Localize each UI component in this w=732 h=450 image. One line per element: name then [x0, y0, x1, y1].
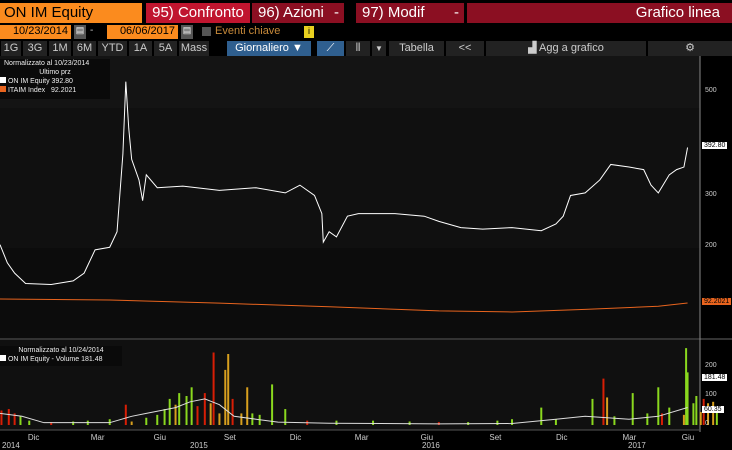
end-date-input[interactable]: 06/06/2017: [107, 25, 178, 39]
price-legend: Normalizzato al 10/23/2014 Ultimo prz ON…: [0, 59, 110, 99]
legend-item[interactable]: ITAIM Index 92.2021: [0, 86, 110, 95]
period-5a[interactable]: 5A: [154, 41, 177, 56]
add-to-chart-label: Agg a grafico: [539, 42, 604, 54]
legend-value: 92.2021: [51, 87, 77, 94]
period-1g[interactable]: 1G: [1, 41, 21, 56]
chevron-down-icon[interactable]: ▼: [372, 41, 386, 56]
period-6m[interactable]: 6M: [73, 41, 96, 56]
x-month-label: Set: [223, 433, 236, 442]
volume-tick-label: 200: [705, 362, 717, 369]
x-month-label: Mar: [90, 433, 105, 442]
legend-name: ITAIM Index: [7, 87, 46, 94]
period-ytd[interactable]: YTD: [98, 41, 127, 56]
volume-legend-normalized: Normalizzato al 10/24/2014: [18, 347, 104, 354]
volume-tick-label: 0: [705, 420, 709, 427]
actions-label: 96) Azioni: [258, 4, 324, 21]
compare-button[interactable]: 95) Confronto: [146, 3, 250, 23]
x-year-label: 2016: [422, 441, 440, 450]
x-month-label: Giu: [681, 433, 695, 442]
chevron-down-icon: -: [334, 4, 339, 21]
period-1a[interactable]: 1A: [129, 41, 152, 56]
legend-item[interactable]: ON IM Equity 392.80: [0, 77, 110, 86]
legend-name: ON IM Equity: [7, 78, 50, 85]
period-3g[interactable]: 3G: [23, 41, 47, 56]
settings-gear-icon[interactable]: ⚙: [648, 41, 732, 56]
actions-menu[interactable]: 96) Azioni -: [252, 3, 344, 23]
index-last-label: 92.2021: [702, 298, 732, 306]
y-tick-label: 200: [705, 242, 717, 250]
security-field[interactable]: ON IM Equity: [0, 3, 142, 23]
frequency-dropdown[interactable]: Giornaliero ▼: [227, 41, 311, 56]
volume-legend: Normalizzato al 10/24/2014 ON IM Equity …: [0, 346, 122, 366]
legend-value: 181.48: [81, 356, 103, 363]
legend-last-price: Ultimo prz: [39, 69, 71, 76]
back-button[interactable]: <<: [446, 41, 484, 56]
period-1m[interactable]: 1M: [49, 41, 71, 56]
start-date-input[interactable]: 10/23/2014: [0, 25, 71, 39]
period-mass[interactable]: Mass: [179, 41, 209, 56]
y-tick-label: 500: [705, 87, 717, 94]
add-to-chart-button[interactable]: ▟ Agg a grafico: [486, 41, 646, 56]
line-chart-icon[interactable]: ⟋: [317, 41, 344, 56]
x-month-label: Dic: [27, 433, 40, 442]
x-month-label: Dic: [555, 433, 568, 442]
x-month-label: Dic: [289, 433, 302, 442]
x-month-label: Mar: [354, 433, 369, 442]
legend-normalized: Normalizzato al 10/23/2014: [4, 60, 90, 67]
legend-item[interactable]: ON IM Equity - Volume 181.48: [0, 355, 122, 364]
legend-value: 392.80: [51, 78, 73, 85]
x-month-label: Set: [489, 433, 502, 442]
calendar-icon[interactable]: ▤: [74, 25, 86, 39]
x-year-label: 2015: [190, 441, 208, 450]
y-tick-label: 300: [705, 190, 717, 198]
modify-label: 97) Modif: [362, 4, 425, 21]
calendar-icon[interactable]: ▤: [181, 25, 193, 39]
candlestick-icon[interactable]: ⫴: [346, 41, 370, 56]
date-separator: -: [90, 25, 94, 36]
table-button[interactable]: Tabella: [389, 41, 444, 56]
events-checkbox[interactable]: [202, 27, 211, 36]
events-label: Eventi chiave: [215, 25, 281, 37]
volume-tick-label: 100: [705, 391, 717, 398]
last-price-label: 392.80: [702, 142, 728, 150]
legend-name: ON IM Equity - Volume: [7, 356, 80, 363]
volume-last-label: 181.48: [702, 374, 728, 382]
price-chart: [0, 56, 732, 432]
modify-menu[interactable]: 97) Modif -: [356, 3, 464, 23]
x-year-label: 2017: [628, 441, 646, 450]
chart-add-icon: ▟: [528, 42, 540, 54]
chart-type-title: Grafico linea: [467, 3, 732, 23]
volume-ma-label: 60.35: [702, 406, 724, 414]
info-icon[interactable]: i: [304, 26, 314, 38]
x-month-label: Giu: [153, 433, 167, 442]
chevron-down-icon: -: [454, 4, 459, 21]
x-year-label: 2014: [2, 441, 20, 450]
